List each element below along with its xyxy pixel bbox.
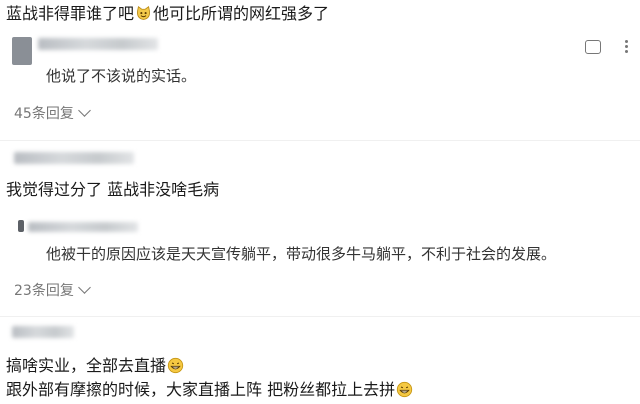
chevron-down-icon xyxy=(77,281,91,294)
comment-icon[interactable] xyxy=(585,40,601,54)
comment-text-part: 蓝战非得罪谁了吧 xyxy=(6,4,135,23)
comment-text: 蓝战非得罪谁了吧 他可比所谓的网红强多了 xyxy=(6,4,329,24)
comment-text: 搞啥实业，全部去直播 xyxy=(6,356,185,376)
comment-text-part: 跟外部有摩擦的时候，大家直播上阵 把粉丝都拉上去拼 xyxy=(6,380,396,399)
comment-text-part: 他可比所谓的网红强多了 xyxy=(153,4,330,23)
chevron-down-icon xyxy=(77,104,91,117)
replies-count: 23条回复 xyxy=(14,283,74,299)
username-blurred[interactable] xyxy=(38,38,158,50)
avatar[interactable] xyxy=(12,37,32,65)
reply-text: 他被干的原因应该是天天宣传躺平，带动很多牛马躺平，不利于社会的发展。 xyxy=(46,245,557,263)
avatar[interactable] xyxy=(18,220,24,232)
comment-text: 跟外部有摩擦的时候，大家直播上阵 把粉丝都拉上去拼 xyxy=(6,380,414,400)
replies-count: 45条回复 xyxy=(14,106,74,122)
divider xyxy=(0,140,640,141)
replies-toggle[interactable]: 45条回复 xyxy=(14,104,91,123)
cat-emoji-icon xyxy=(137,5,150,20)
grin-emoji-icon xyxy=(396,381,413,398)
comment-text: 我觉得过分了 蓝战非没啥毛病 xyxy=(6,180,220,199)
divider xyxy=(0,316,640,317)
username-blurred[interactable] xyxy=(28,222,138,232)
username-blurred[interactable] xyxy=(12,326,74,338)
comment-text-part: 搞啥实业，全部去直播 xyxy=(6,356,167,375)
replies-toggle[interactable]: 23条回复 xyxy=(14,281,91,300)
username-blurred[interactable] xyxy=(14,152,134,164)
grin-emoji-icon xyxy=(167,357,184,374)
more-icon[interactable] xyxy=(624,38,628,55)
reply-text: 他说了不该说的实话。 xyxy=(46,67,197,85)
